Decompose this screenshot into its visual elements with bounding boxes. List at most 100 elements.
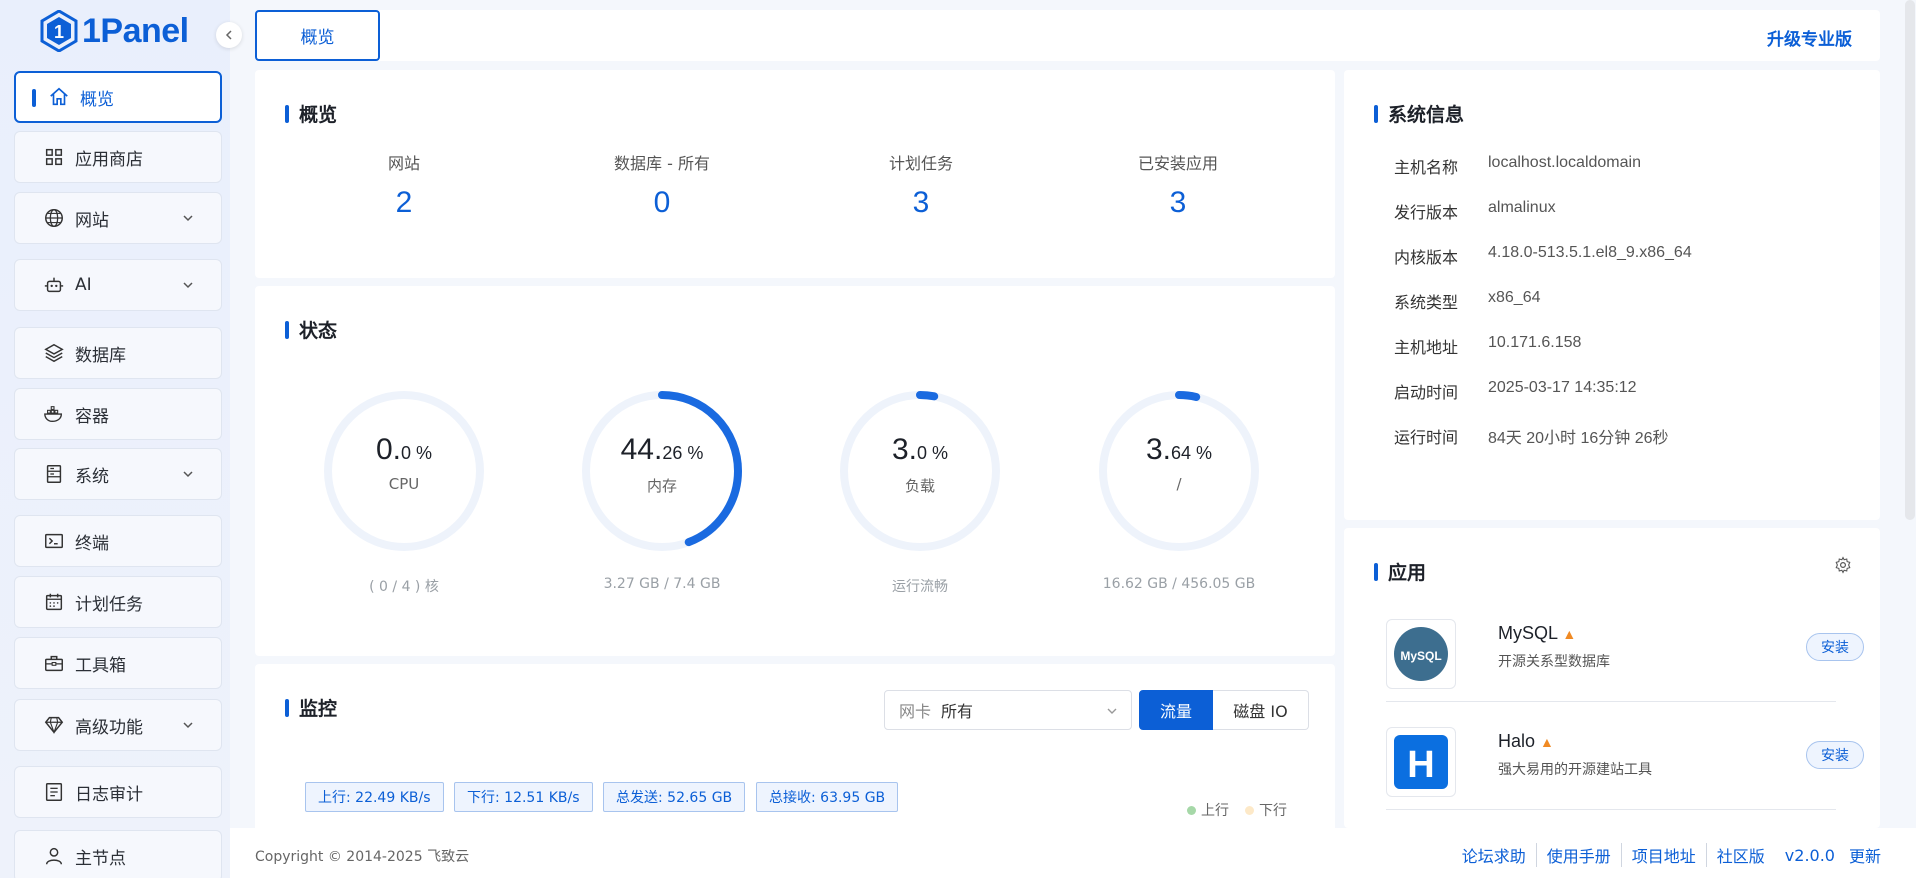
sidebar-item-label: 终端: [75, 533, 109, 554]
info-key: 启动时间: [1394, 383, 1459, 402]
sidebar-item-system[interactable]: 系统: [14, 448, 222, 500]
gauge-memory[interactable]: 44.26 % 内存 3.27 GB / 7.4 GB: [542, 386, 782, 592]
gauge-load[interactable]: 3.0 % 负载 运行流畅: [800, 386, 1040, 596]
info-key: 系统类型: [1394, 293, 1459, 312]
sidebar-item-advanced[interactable]: 高级功能: [14, 699, 222, 751]
traffic-button[interactable]: 流量: [1139, 690, 1213, 730]
nic-select-prefix: 网卡: [899, 702, 932, 721]
sidebar-item-toolbox[interactable]: 工具箱: [14, 637, 222, 689]
globe-icon: [43, 207, 65, 229]
gauge-label: 内存: [646, 477, 677, 495]
stat-value: 3: [1169, 186, 1187, 219]
fire-icon: ▲: [1540, 734, 1554, 750]
gauge-value: 0.0 %: [375, 433, 433, 466]
legend-label: 下行: [1259, 803, 1287, 819]
app-description: 强大易用的开源建站工具: [1498, 762, 1652, 778]
sidebar-item-label: 系统: [75, 466, 109, 487]
sidebar-item-label: 应用商店: [75, 149, 143, 170]
sidebar-item-label: 数据库: [75, 345, 126, 366]
gauge-cpu[interactable]: 0.0 % CPU ( 0 / 4 ) 核: [284, 386, 524, 596]
sidebar-item-label: 高级功能: [75, 717, 143, 738]
sidebar-item-terminal[interactable]: 终端: [14, 515, 222, 567]
info-key: 主机地址: [1394, 338, 1459, 357]
logo[interactable]: 1 1Panel: [40, 10, 189, 52]
docs-link[interactable]: 使用手册: [1537, 843, 1622, 867]
nic-select[interactable]: 网卡 所有: [884, 690, 1132, 730]
stat-databases[interactable]: 数据库 - 所有 0: [582, 150, 742, 220]
stat-cron-jobs[interactable]: 计划任务 3: [841, 150, 1001, 220]
sidebar-item-master-node[interactable]: 主节点: [14, 830, 222, 878]
calendar-icon: [43, 591, 65, 613]
sidebar-item-label: 计划任务: [75, 594, 143, 615]
forum-link[interactable]: 论坛求助: [1452, 843, 1537, 867]
gauge-footnote: 3.27 GB / 7.4 GB: [603, 576, 721, 592]
disk-io-button[interactable]: 磁盘 IO: [1213, 690, 1309, 730]
info-row-arch: 系统类型 x86_64: [1394, 289, 1541, 313]
halo-logo-text: H: [1407, 744, 1434, 786]
legend-swatch: [1187, 805, 1196, 815]
legend-download[interactable]: 下行: [1245, 800, 1287, 820]
info-value: 84天 20小时 16分钟 26秒: [1488, 430, 1669, 447]
install-button[interactable]: 安装: [1806, 741, 1864, 769]
info-row-uptime: 运行时间 84天 20小时 16分钟 26秒: [1394, 424, 1669, 448]
logo-icon: 1: [40, 10, 78, 52]
page-scrollbar[interactable]: [1905, 0, 1915, 520]
halo-logo-icon: H: [1394, 735, 1448, 789]
stat-value: 2: [395, 186, 413, 219]
grid-icon: [43, 146, 65, 168]
gauge-center: 44.26 % 内存: [542, 433, 782, 496]
mysql-logo-text: MySQL: [1400, 649, 1441, 663]
update-link[interactable]: 更新: [1839, 843, 1891, 867]
gauge-value: 3.64 %: [1145, 433, 1213, 466]
gauge-value: 3.0 %: [891, 433, 949, 466]
project-link[interactable]: 项目地址: [1622, 843, 1707, 867]
sidebar-item-overview[interactable]: 概览: [14, 71, 222, 123]
gauge-label: 负载: [904, 477, 935, 495]
total-sent-tag: 总发送: 52.65 GB: [603, 782, 746, 812]
collapse-sidebar-button[interactable]: [216, 22, 242, 48]
status-card: 状态 0.0 % CPU ( 0 / 4 ) 核 44.26 % 内存 3.27…: [255, 286, 1335, 656]
stat-label: 数据库 - 所有: [614, 154, 710, 173]
divider: [1386, 809, 1836, 810]
sidebar-item-app-store[interactable]: 应用商店: [14, 131, 222, 183]
sidebar-item-database[interactable]: 数据库: [14, 327, 222, 379]
gauge-value: 44.26 %: [620, 433, 704, 466]
install-button[interactable]: 安装: [1806, 633, 1864, 661]
robot-icon: [43, 274, 65, 296]
app-description: 开源关系型数据库: [1498, 654, 1610, 670]
mysql-logo-icon: MySQL: [1394, 627, 1448, 681]
stat-websites[interactable]: 网站 2: [324, 150, 484, 220]
info-value: 4.18.0-513.5.1.el8_9.x86_64: [1488, 244, 1692, 261]
stat-label: 网站: [387, 154, 420, 173]
sidebar-item-container[interactable]: 容器: [14, 388, 222, 440]
edition-label: 社区版: [1716, 847, 1765, 866]
sidebar-item-audit-log[interactable]: 日志审计: [14, 766, 222, 818]
download-rate-tag: 下行: 12.51 KB/s: [454, 782, 593, 812]
monitor-type-toggle: 流量 磁盘 IO: [1139, 690, 1309, 730]
gauge-center: 3.0 % 负载: [800, 433, 1040, 496]
docker-icon: [43, 403, 65, 425]
mysql-logo: MySQL: [1386, 619, 1456, 689]
info-row-ip: 主机地址 10.171.6.158: [1394, 334, 1581, 358]
legend-upload[interactable]: 上行: [1187, 800, 1229, 820]
stat-label: 计划任务: [888, 154, 953, 173]
tab-overview[interactable]: 概览: [255, 10, 380, 61]
svg-text:1: 1: [54, 22, 64, 42]
stat-installed-apps[interactable]: 已安装应用 3: [1098, 150, 1258, 220]
sidebar-item-cron[interactable]: 计划任务: [14, 576, 222, 628]
sidebar-item-label: 工具箱: [75, 655, 126, 676]
gear-icon[interactable]: [1834, 556, 1852, 574]
gauge-label: /: [1176, 475, 1182, 493]
diamond-icon: [43, 714, 65, 736]
layers-icon: [43, 342, 65, 364]
info-value: almalinux: [1488, 199, 1556, 216]
app-name: Halo ▲: [1498, 731, 1554, 751]
gauge-disk[interactable]: 3.64 % / 16.62 GB / 456.05 GB: [1059, 386, 1299, 592]
footer: Copyright © 2014-2025 飞致云 论坛求助 使用手册 项目地址…: [230, 828, 1916, 878]
card-title: 监控: [285, 694, 337, 721]
upgrade-pro-link[interactable]: 升级专业版: [1767, 25, 1852, 50]
sidebar-item-website[interactable]: 网站: [14, 192, 222, 244]
card-title: 概览: [285, 100, 337, 127]
info-row-hostname: 主机名称 localhost.localdomain: [1394, 154, 1641, 178]
sidebar-item-ai[interactable]: AI: [14, 259, 222, 311]
